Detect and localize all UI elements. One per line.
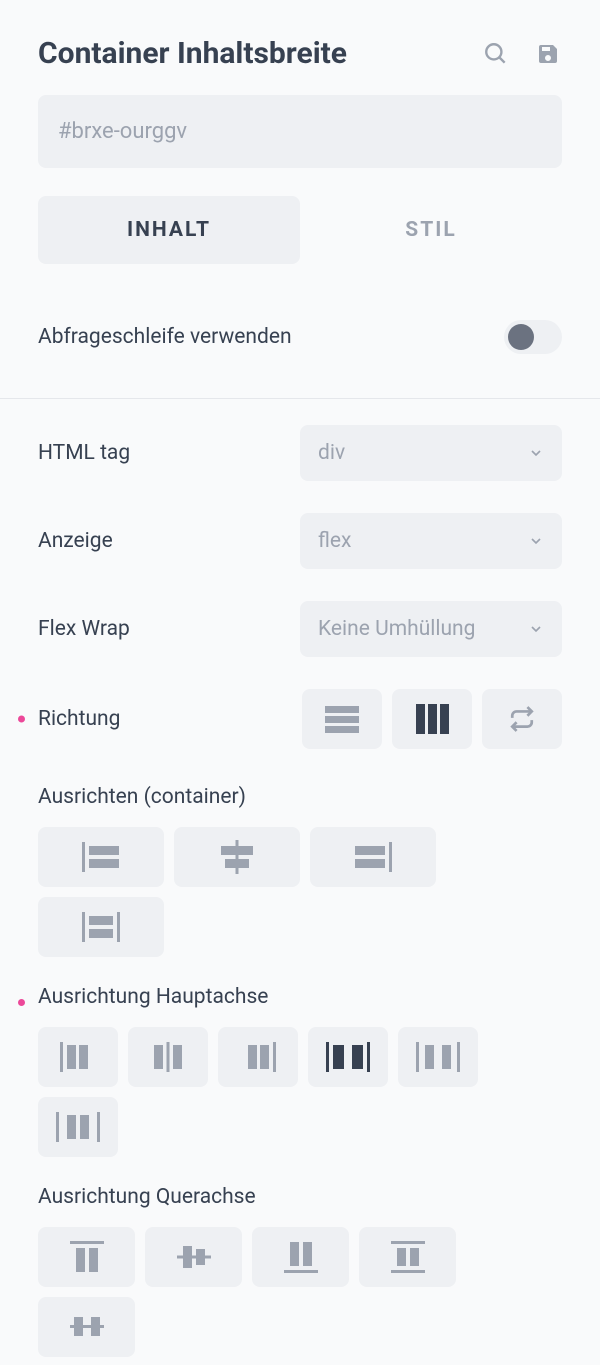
element-id: #brxe-ourggv [58,119,187,144]
panel-header: Container Inhaltsbreite [0,0,600,95]
display-row: Anzeige flex [0,497,600,585]
align-cross-stretch[interactable] [359,1227,456,1287]
justify-end[interactable] [218,1027,298,1087]
html-tag-value: div [318,441,345,465]
justify-around[interactable] [398,1027,478,1087]
flex-wrap-select[interactable]: Keine Umhüllung [300,601,562,657]
align-container-label: Ausrichten (container) [0,765,600,819]
justify-center[interactable] [128,1027,208,1087]
chevron-down-icon [528,445,544,461]
align-container-options [0,819,600,965]
chevron-down-icon [528,533,544,549]
display-value: flex [318,529,351,553]
direction-reverse-option[interactable] [482,689,562,749]
display-select[interactable]: flex [300,513,562,569]
search-icon[interactable] [482,40,510,68]
tab-bar: INHALT STIL [38,196,562,264]
chevron-down-icon [528,621,544,637]
settings-panel: Container Inhaltsbreite #brxe-ourggv INH… [0,0,600,1365]
align-cross-options [0,1219,600,1365]
query-loop-row: Abfrageschleife verwenden [0,304,600,370]
align-cross-baseline[interactable] [38,1297,135,1357]
panel-title: Container Inhaltsbreite [38,36,482,71]
align-cross-start[interactable] [38,1227,135,1287]
toggle-knob [508,324,534,350]
align-cross-center[interactable] [145,1227,242,1287]
align-container-center[interactable] [174,827,300,887]
align-container-start[interactable] [38,827,164,887]
align-container-end[interactable] [310,827,436,887]
align-container-stretch[interactable] [38,897,164,957]
justify-main-label: Ausrichtung Hauptachse [38,985,268,1009]
query-loop-toggle[interactable] [504,320,562,354]
element-id-box[interactable]: #brxe-ourggv [38,95,562,168]
direction-row-option[interactable] [302,689,382,749]
justify-evenly[interactable] [38,1097,118,1157]
justify-main-heading: Ausrichtung Hauptachse [0,965,600,1019]
direction-row: Richtung [0,673,600,765]
modified-indicator [18,716,25,723]
html-tag-select[interactable]: div [300,425,562,481]
html-tag-label: HTML tag [38,441,300,465]
justify-start[interactable] [38,1027,118,1087]
direction-label: Richtung [38,707,302,731]
save-icon[interactable] [534,40,562,68]
justify-main-options [0,1019,600,1165]
align-cross-end[interactable] [252,1227,349,1287]
html-tag-row: HTML tag div [0,399,600,497]
align-cross-label: Ausrichtung Querachse [0,1165,600,1219]
flex-wrap-row: Flex Wrap Keine Umhüllung [0,585,600,673]
modified-indicator [18,999,25,1006]
flex-wrap-value: Keine Umhüllung [318,617,475,641]
display-label: Anzeige [38,529,300,553]
header-actions [482,40,562,68]
tab-style[interactable]: STIL [300,196,562,264]
query-loop-label: Abfrageschleife verwenden [38,325,504,349]
direction-column-option[interactable] [392,689,472,749]
flex-wrap-label: Flex Wrap [38,617,300,641]
direction-options [302,689,562,749]
justify-between[interactable] [308,1027,388,1087]
tab-content[interactable]: INHALT [38,196,300,264]
